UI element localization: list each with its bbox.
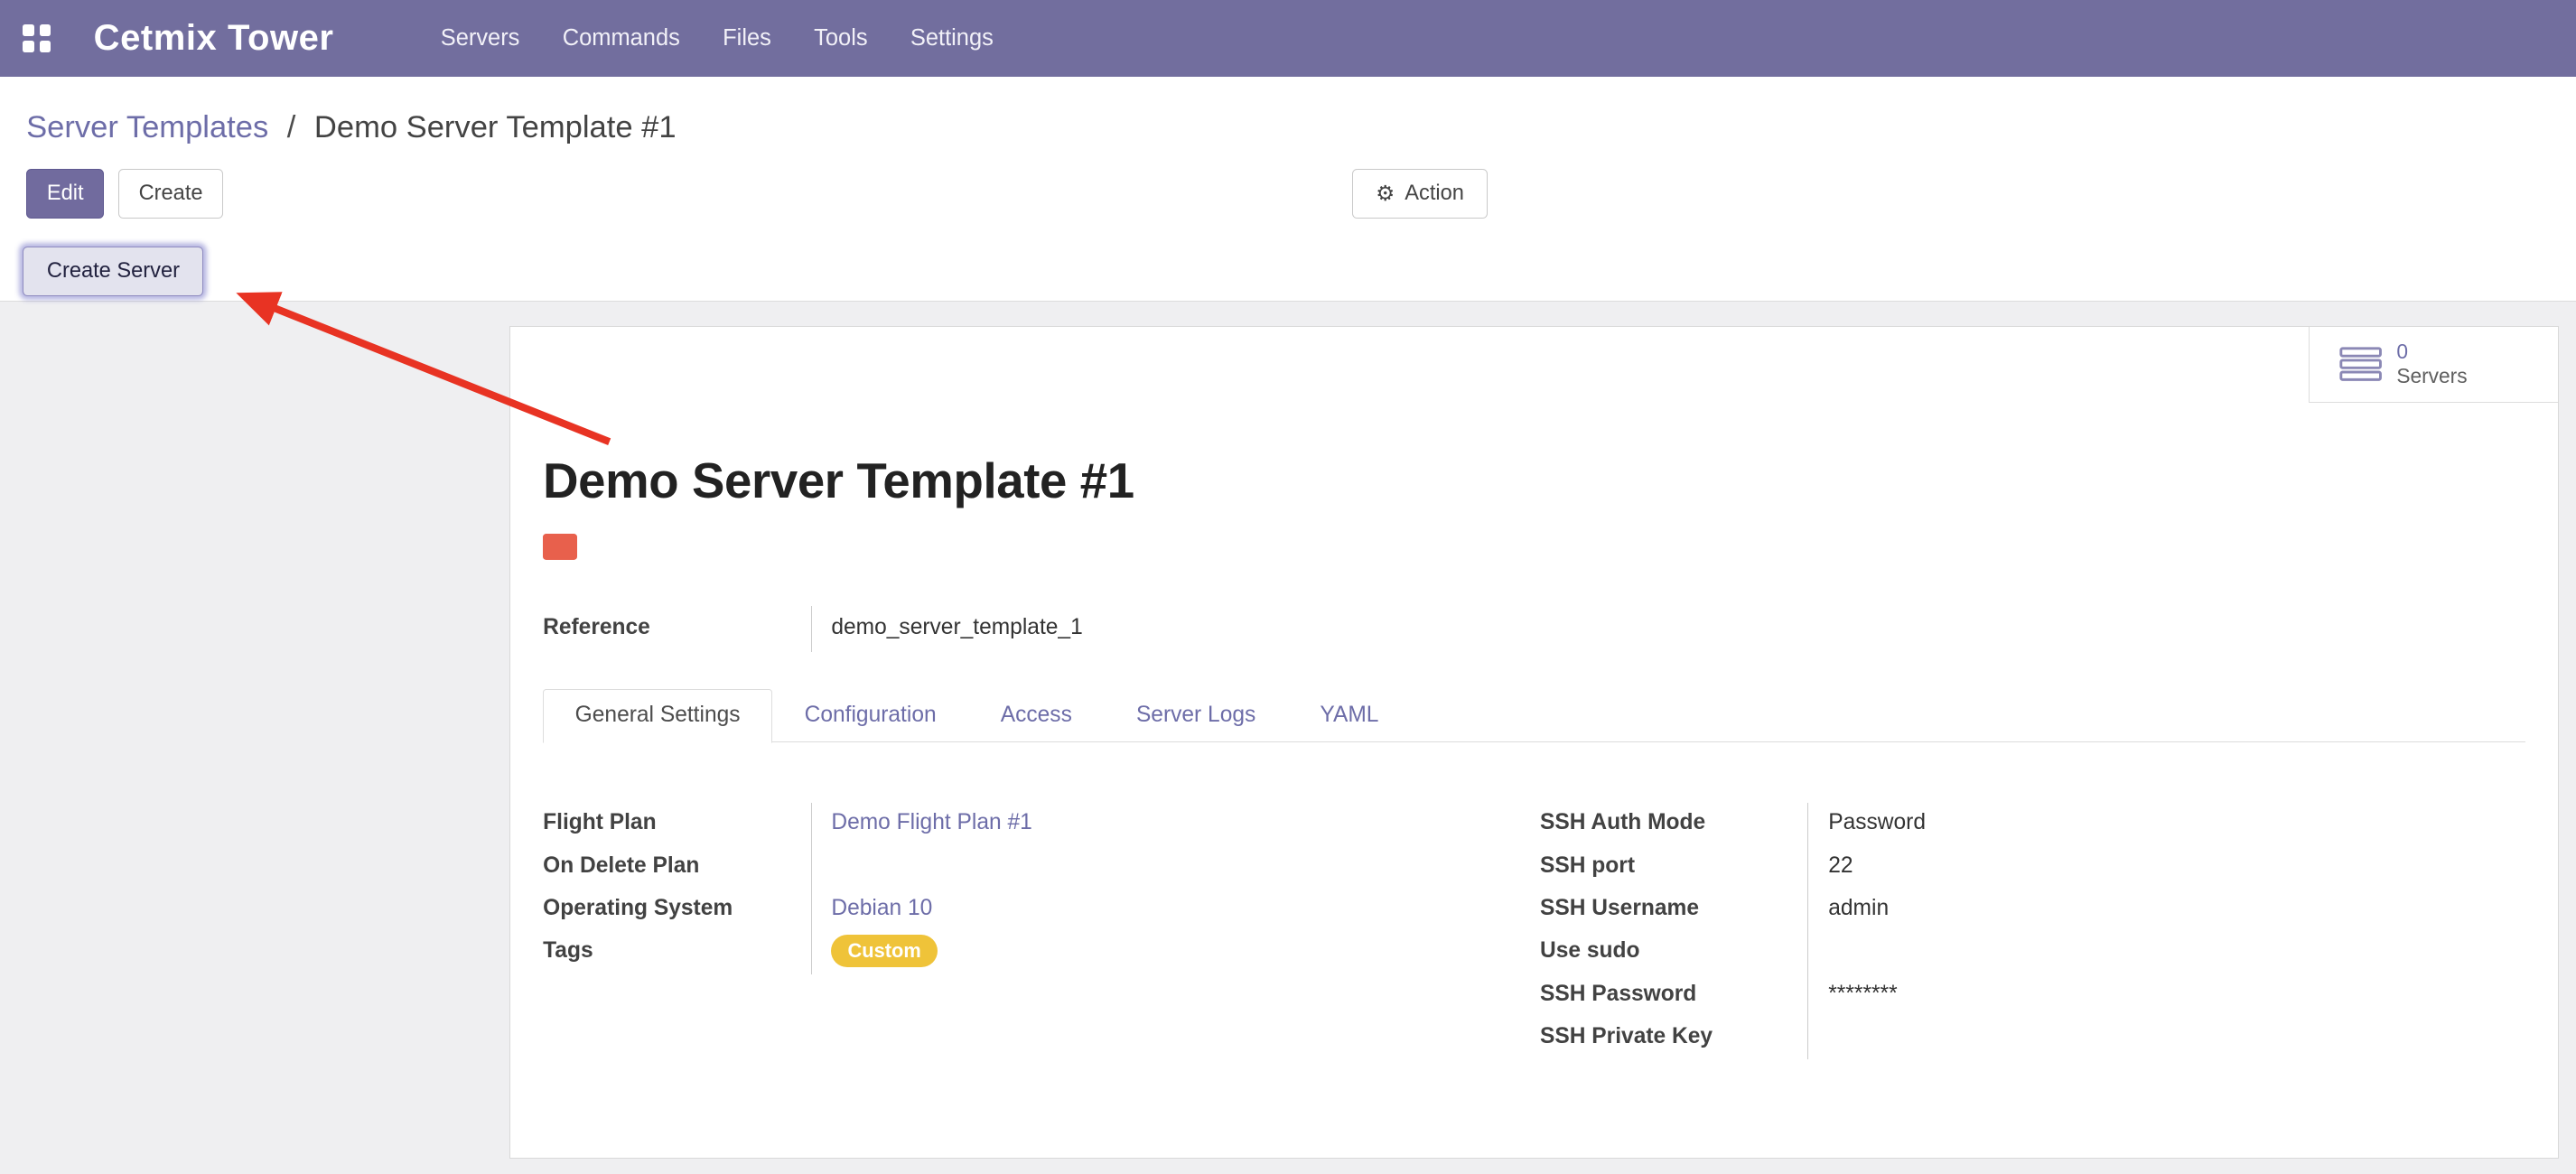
content-area: 0 Servers Demo Server Template #1 Refere… [0,301,2576,1174]
breadcrumb: Server Templates / Demo Server Template … [0,77,2576,149]
gear-icon: ⚙ [1376,183,1395,205]
menu-item-commands[interactable]: Commands [541,1,701,77]
tab-server-logs[interactable]: Server Logs [1104,689,1287,743]
tags-label: Tags [543,931,810,974]
breadcrumb-separator: / [287,110,296,144]
template-title: Demo Server Template #1 [543,452,2525,510]
reference-label: Reference [543,606,810,652]
create-server-button[interactable]: Create Server [23,247,203,296]
form-sheet: 0 Servers Demo Server Template #1 Refere… [509,326,2560,1159]
use-sudo-label: Use sudo [1540,931,1807,974]
fields-group-left: Flight Plan Demo Flight Plan #1 On Delet… [543,803,1540,1059]
on-delete-plan-label: On Delete Plan [543,846,810,889]
main-menu: Servers Commands Files Tools Settings [419,1,1014,77]
ssh-auth-mode-label: SSH Auth Mode [1540,803,1807,845]
left-buttons: Edit Create [26,169,230,219]
breadcrumb-parent-link[interactable]: Server Templates [26,110,268,144]
menu-item-settings[interactable]: Settings [889,1,1014,77]
action-button[interactable]: ⚙ Action [1352,169,1489,219]
field-row-ssh-port: SSH port 22 [1540,846,2525,889]
action-button-label: Action [1405,180,1464,208]
operating-system-value-link[interactable]: Debian 10 [811,889,1540,931]
ssh-private-key-label: SSH Private Key [1540,1017,1807,1059]
stat-label: Servers [2396,364,2467,388]
flight-plan-value-link[interactable]: Demo Flight Plan #1 [811,803,1540,845]
brand-title[interactable]: Cetmix Tower [94,18,334,59]
ssh-password-value: ******** [1807,974,2525,1017]
ssh-username-value: admin [1807,889,2525,931]
field-row-use-sudo: Use sudo [1540,931,2525,974]
on-delete-plan-value [811,846,1540,889]
reference-value: demo_server_template_1 [811,606,2525,652]
field-row-ssh-private-key: SSH Private Key [1540,1017,2525,1059]
ssh-password-label: SSH Password [1540,974,1807,1017]
tags-value: Custom [811,931,1540,974]
color-swatch [543,534,577,560]
top-navbar: Cetmix Tower Servers Commands Files Tool… [0,0,2576,77]
center-buttons: ⚙ Action [1352,169,1489,219]
fields-area: Flight Plan Demo Flight Plan #1 On Delet… [543,803,2525,1059]
apps-menu-icon[interactable] [23,24,51,52]
ssh-auth-mode-value: Password [1807,803,2525,845]
field-row-ssh-username: SSH Username admin [1540,889,2525,931]
fields-group-right: SSH Auth Mode Password SSH port 22 SSH U… [1540,803,2525,1059]
flight-plan-label: Flight Plan [543,803,810,845]
ssh-port-value: 22 [1807,846,2525,889]
stat-count: 0 [2396,340,2467,364]
tag-badge: Custom [831,935,938,967]
breadcrumb-current: Demo Server Template #1 [314,110,677,144]
servers-stat-button[interactable]: 0 Servers [2310,327,2558,402]
app-root: Cetmix Tower Servers Commands Files Tool… [0,0,2576,1174]
menu-item-tools[interactable]: Tools [793,1,890,77]
tab-access[interactable]: Access [968,689,1104,743]
control-panel-buttons: Edit Create ⚙ Action [26,169,2549,219]
tab-yaml[interactable]: YAML [1288,689,1411,743]
menu-item-files[interactable]: Files [701,1,792,77]
tab-general-settings[interactable]: General Settings [543,689,772,743]
field-row-ssh-password: SSH Password ******** [1540,974,2525,1017]
operating-system-label: Operating System [543,889,810,931]
tab-configuration[interactable]: Configuration [772,689,968,743]
edit-button[interactable]: Edit [26,169,104,219]
servers-icon [2339,347,2382,381]
field-row-flight-plan: Flight Plan Demo Flight Plan #1 [543,803,1540,845]
create-button[interactable]: Create [118,169,224,219]
ssh-private-key-value [1807,1017,2525,1059]
stat-text: 0 Servers [2396,340,2467,389]
object-buttons-row: Create Server [23,247,2553,296]
field-row-tags: Tags Custom [543,931,1540,974]
use-sudo-value [1807,931,2525,974]
control-panel: Server Templates / Demo Server Template … [0,77,2576,300]
field-row-operating-system: Operating System Debian 10 [543,889,1540,931]
tab-bar: General Settings Configuration Access Se… [543,688,2525,742]
ssh-port-label: SSH port [1540,846,1807,889]
field-row-reference: Reference demo_server_template_1 [543,606,2525,652]
menu-item-servers[interactable]: Servers [419,1,541,77]
field-row-on-delete-plan: On Delete Plan [543,846,1540,889]
field-row-ssh-auth-mode: SSH Auth Mode Password [1540,803,2525,845]
stat-button-box: 0 Servers [2309,327,2558,403]
ssh-username-label: SSH Username [1540,889,1807,931]
